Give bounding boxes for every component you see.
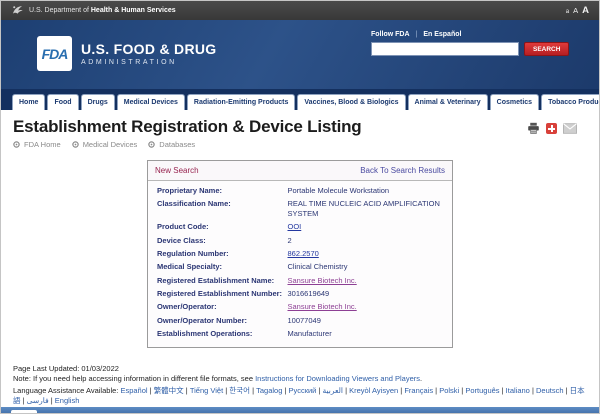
breadcrumb-bullet-icon xyxy=(13,141,20,148)
regulation-number-link[interactable]: 862.2570 xyxy=(288,249,319,258)
nav-tab[interactable]: Home xyxy=(12,94,45,110)
nav-tab[interactable]: Radiation-Emitting Products xyxy=(187,94,296,110)
language-link[interactable]: Deutsch xyxy=(536,386,570,395)
new-search-link[interactable]: New Search xyxy=(155,166,199,175)
main-content: Establishment Registration & Device List… xyxy=(1,110,599,407)
language-assistance-line: Language Assistance Available: Español繁體… xyxy=(13,386,587,407)
table-row: Device Class:2 xyxy=(155,234,445,247)
footer-fda-logo[interactable]: FDA xyxy=(11,410,37,414)
breadcrumb-databases[interactable]: Databases xyxy=(148,140,195,149)
nav-tab[interactable]: Food xyxy=(47,94,78,110)
table-row: Establishment Operations:Manufacturer xyxy=(155,327,445,340)
follow-fda-link[interactable]: Follow FDA xyxy=(371,31,410,38)
table-row: Product Code:OOI xyxy=(155,220,445,233)
language-link[interactable]: فارسی xyxy=(27,396,55,405)
fda-header: FDA U.S. FOOD & DRUG ADMINISTRATION Foll… xyxy=(1,20,599,89)
breadcrumb-bullet-icon xyxy=(72,141,79,148)
table-row: Classification Name:REAL TIME NUCLEIC AC… xyxy=(155,197,445,220)
language-link[interactable]: Português xyxy=(465,386,505,395)
language-link[interactable]: Polski xyxy=(439,386,465,395)
table-row: Owner/Operator:Sansure Biotech Inc. xyxy=(155,300,445,313)
back-to-search-results-link[interactable]: Back To Search Results xyxy=(360,166,445,175)
fda-window: U.S. Department of Health & Human Servic… xyxy=(0,0,600,414)
language-link[interactable]: Español xyxy=(120,386,153,395)
search-input[interactable] xyxy=(371,42,519,56)
language-link[interactable]: 한국어 xyxy=(229,386,256,395)
hhs-department-label[interactable]: U.S. Department of Health & Human Servic… xyxy=(29,7,176,14)
registered-establishment-number-value: 3016619649 xyxy=(286,287,446,300)
nav-tab[interactable]: Vaccines, Blood & Biologics xyxy=(297,94,405,110)
header-link-separator: | xyxy=(416,31,418,38)
viewers-players-link[interactable]: Instructions for Downloading Viewers and… xyxy=(255,374,420,383)
hhs-top-bar: U.S. Department of Health & Human Servic… xyxy=(1,1,599,20)
page-title: Establishment Registration & Device List… xyxy=(13,117,587,137)
language-link[interactable]: 繁體中文 xyxy=(154,386,190,395)
table-row: Owner/Operator Number:10077049 xyxy=(155,314,445,327)
nav-tab[interactable]: Tobacco Products xyxy=(541,94,600,110)
font-size-controls: a A A xyxy=(566,5,589,16)
table-row: Registered Establishment Name:Sansure Bi… xyxy=(155,274,445,287)
page-last-updated: Page Last Updated: 01/03/2022 xyxy=(13,364,587,375)
nav-tab[interactable]: Animal & Veterinary xyxy=(408,94,488,110)
medical-specialty-value: Clinical Chemistry xyxy=(286,260,446,273)
primary-nav: Home Food Drugs Medical Devices Radiatio… xyxy=(1,89,599,110)
table-row: Regulation Number:862.2570 xyxy=(155,247,445,260)
classification-name-value: REAL TIME NUCLEIC ACID AMPLIFICATION SYS… xyxy=(286,197,446,220)
breadcrumb-fda-home[interactable]: FDA Home xyxy=(13,140,61,149)
org-name-line1: U.S. FOOD & DRUG xyxy=(81,41,216,57)
fda-logo: FDA xyxy=(37,36,72,71)
nav-tab[interactable]: Drugs xyxy=(81,94,115,110)
language-link[interactable]: Français xyxy=(404,386,439,395)
device-detail-panel: New Search Back To Search Results Propri… xyxy=(147,160,453,348)
font-size-large-button[interactable]: A xyxy=(582,5,589,16)
language-link[interactable]: Italiano xyxy=(506,386,536,395)
page-footer-notes: Page Last Updated: 01/03/2022 Note: If y… xyxy=(13,364,587,407)
nav-tab[interactable]: Cosmetics xyxy=(490,94,539,110)
table-row: Medical Specialty:Clinical Chemistry xyxy=(155,260,445,273)
registered-establishment-name-link[interactable]: Sansure Biotech Inc. xyxy=(288,276,357,285)
language-link[interactable]: العربية xyxy=(323,386,350,395)
establishment-operations-value: Manufacturer xyxy=(286,327,446,340)
fda-brand[interactable]: FDA U.S. FOOD & DRUG ADMINISTRATION xyxy=(37,36,216,71)
language-link[interactable]: Tagalog xyxy=(256,386,288,395)
nav-tab[interactable]: Medical Devices xyxy=(117,94,185,110)
device-detail-table: Proprietary Name:Portable Molecule Works… xyxy=(155,184,445,341)
org-name-line2: ADMINISTRATION xyxy=(81,59,216,66)
email-icon[interactable] xyxy=(563,123,577,134)
language-link[interactable]: Tiếng Việt xyxy=(190,386,229,395)
share-icon[interactable] xyxy=(546,123,557,134)
product-code-link[interactable]: OOI xyxy=(288,222,302,231)
language-link[interactable]: English xyxy=(55,396,80,405)
proprietary-name-value: Portable Molecule Workstation xyxy=(286,184,446,197)
breadcrumb-medical-devices[interactable]: Medical Devices xyxy=(72,140,138,149)
breadcrumb-bullet-icon xyxy=(148,141,155,148)
owner-operator-link[interactable]: Sansure Biotech Inc. xyxy=(288,302,357,311)
font-size-medium-button[interactable]: A xyxy=(573,6,578,15)
footer: FDA AccessibilityContact FDACareersFDA B… xyxy=(1,407,599,414)
en-espanol-link[interactable]: En Español xyxy=(423,31,461,38)
table-row: Proprietary Name:Portable Molecule Works… xyxy=(155,184,445,197)
print-icon[interactable] xyxy=(527,122,540,135)
hhs-eagle-icon xyxy=(11,4,24,17)
file-formats-note: Note: If you need help accessing informa… xyxy=(13,374,587,385)
search-button[interactable]: SEARCH xyxy=(524,42,569,56)
table-row: Registered Establishment Number:30166196… xyxy=(155,287,445,300)
owner-operator-number-value: 10077049 xyxy=(286,314,446,327)
breadcrumb: FDA Home Medical Devices Databases xyxy=(13,140,587,149)
font-size-small-button[interactable]: a xyxy=(566,9,569,15)
language-assistance-label: Language Assistance Available: xyxy=(13,386,118,395)
device-class-value: 2 xyxy=(286,234,446,247)
language-link[interactable]: Kreyòl Ayisyen xyxy=(349,386,404,395)
language-link[interactable]: Русский xyxy=(289,386,323,395)
